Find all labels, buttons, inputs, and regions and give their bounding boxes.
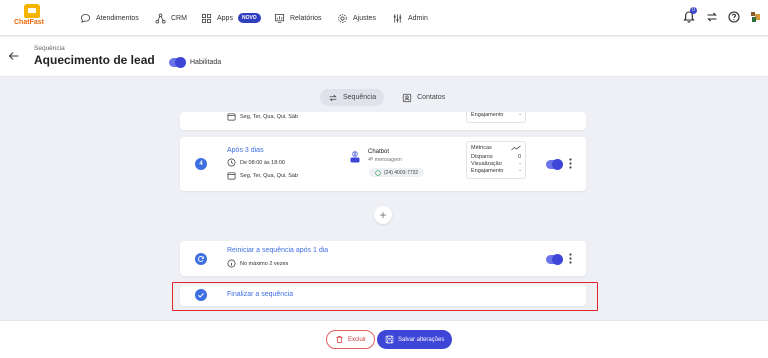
calendar-icon: [227, 113, 236, 121]
switch-account-button[interactable]: [705, 10, 719, 24]
save-button-label: Salvar alterações: [398, 336, 445, 343]
notification-count-badge: 0: [690, 7, 697, 14]
page-header: Sequência Aquecimento de lead Habilitada: [0, 37, 768, 77]
metric-label: Engajamento: [471, 112, 504, 118]
contacts-icon: [402, 93, 412, 102]
tab-bar: Sequência Contatos: [320, 89, 453, 106]
metric-value: -: [519, 112, 521, 118]
save-button[interactable]: Salvar alterações: [377, 330, 453, 349]
phone-number: (24) 4003-7732: [384, 169, 419, 176]
chatbot-icon: [350, 151, 360, 163]
step-number-badge: 4: [195, 158, 207, 170]
whatsapp-icon: [375, 169, 381, 176]
toggle-label: Habilitada: [190, 59, 222, 66]
step-days-text: Seg, Ter, Qua, Qui, Sáb: [240, 113, 298, 120]
trend-chart-icon: [511, 145, 521, 151]
metrics-title: Métricas: [471, 145, 492, 151]
metrics-row: Disparos 0: [471, 154, 521, 161]
step-days-text: Seg, Ter, Qua, Qui, Sáb: [240, 172, 298, 179]
tab-sequencia[interactable]: Sequência: [320, 89, 385, 106]
step-time-line: De 08:00 às 18:00: [227, 158, 285, 167]
delete-button[interactable]: Excluir: [326, 330, 376, 349]
metric-value: 0: [517, 154, 521, 160]
network-icon: [155, 13, 166, 23]
metric-label: Disparos: [471, 154, 493, 160]
nav-label: Relatórios: [290, 14, 322, 22]
delete-button-label: Excluir: [348, 336, 367, 343]
page-title: Aquecimento de lead: [34, 53, 155, 67]
step-days-line: Seg, Ter, Qua, Qui, Sáb: [227, 171, 298, 180]
sequence-icon: [329, 94, 337, 101]
nav-label: Atendimentos: [96, 14, 139, 22]
step-card-4[interactable]: 4 Após 3 dias De 08:00 às 18:00 Seg, Ter…: [180, 137, 586, 191]
logo-text: ChatFast: [14, 19, 44, 26]
sequence-enabled-toggle[interactable]: [169, 57, 186, 68]
metrics-row: Engajamento -: [471, 112, 521, 119]
clock-icon: [227, 158, 236, 167]
swap-arrows-icon: [707, 12, 717, 22]
trash-icon: [336, 335, 343, 344]
nav-item-apps[interactable]: Apps NOVO: [201, 11, 261, 25]
nav-label: Apps: [217, 14, 233, 22]
back-arrow-icon[interactable]: [8, 50, 20, 62]
grid-icon: [201, 13, 212, 23]
metrics-row: Visualização -: [471, 161, 521, 168]
restart-limit-line: No máximo 2 vezes: [227, 259, 288, 268]
metrics-row: Engajamento -: [471, 168, 521, 175]
add-step-button[interactable]: +: [374, 206, 392, 224]
nav-label: Admin: [408, 14, 428, 22]
restart-limit-text: No máximo 2 vezes: [240, 260, 289, 267]
restart-icon: [195, 253, 207, 265]
chatbot-message: 4ª mensagem: [368, 157, 402, 163]
nav-item-admin[interactable]: Admin: [392, 11, 428, 25]
tab-label: Sequência: [343, 94, 377, 101]
metrics-header: Métricas: [471, 145, 521, 151]
highlight-box: [172, 282, 598, 311]
notifications-button[interactable]: 0: [682, 7, 697, 24]
more-options-icon[interactable]: [569, 253, 572, 264]
phone-number-pill: (24) 4003-7732: [369, 168, 425, 177]
report-icon: [274, 13, 285, 23]
restart-sequence-card[interactable]: Reiniciar a sequência após 1 dia No máxi…: [180, 241, 586, 276]
user-avatar[interactable]: [749, 10, 763, 24]
restart-title[interactable]: Reiniciar a sequência após 1 dia: [227, 247, 328, 254]
step-delay-title[interactable]: Após 3 dias: [227, 147, 264, 154]
info-icon: [227, 259, 236, 268]
restart-enabled-toggle[interactable]: [546, 254, 563, 265]
nav-label: CRM: [171, 14, 187, 22]
top-navigation-bar: ChatFast Atendimentos CRM Apps NOVO Rela…: [0, 0, 768, 36]
breadcrumb: Sequência: [34, 45, 65, 52]
nav-item-ajustes[interactable]: Ajustes: [337, 11, 376, 25]
chatbot-name: Chatbot: [368, 149, 390, 155]
metric-value: -: [519, 161, 521, 167]
avatar-icon: [751, 12, 760, 22]
nav-label: Ajustes: [353, 14, 376, 22]
metric-label: Visualização: [471, 161, 502, 167]
calendar-icon: [227, 172, 236, 180]
save-icon: [385, 335, 394, 344]
step-card-partial: Seg, Ter, Qua, Qui, Sáb Engajamento -: [180, 110, 586, 130]
tab-contatos[interactable]: Contatos: [394, 89, 453, 106]
step-enabled-toggle[interactable]: [546, 159, 563, 170]
gear-icon: [338, 13, 347, 23]
chatfast-logo[interactable]: ChatFast: [14, 4, 48, 32]
nav-item-relatorios[interactable]: Relatórios: [274, 11, 322, 25]
step-time-text: De 08:00 às 18:00: [240, 159, 285, 166]
metrics-box: Métricas Disparos 0 Visualização - Engaj…: [466, 141, 526, 179]
footer-action-bar: Excluir Salvar alterações: [0, 320, 768, 358]
tab-label: Contatos: [417, 94, 446, 101]
metric-label: Engajamento: [471, 168, 504, 174]
help-icon: [728, 11, 740, 23]
more-options-icon[interactable]: [569, 158, 572, 169]
metric-value: -: [519, 168, 521, 174]
new-badge: NOVO: [237, 13, 261, 23]
chat-bubble-icon: [80, 13, 91, 23]
nav-item-atendimentos[interactable]: Atendimentos: [80, 11, 139, 25]
step-days-line: Seg, Ter, Qua, Qui, Sáb: [227, 112, 298, 121]
help-button[interactable]: [727, 10, 741, 24]
metrics-box-partial: Engajamento -: [466, 110, 526, 123]
sliders-icon: [393, 13, 402, 23]
logo-mark: [24, 4, 40, 18]
nav-item-crm[interactable]: CRM: [155, 11, 187, 25]
